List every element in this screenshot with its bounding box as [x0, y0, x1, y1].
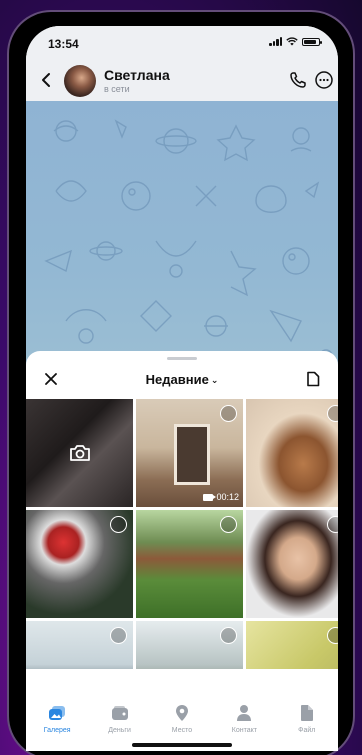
tab-money[interactable]: Деньги	[90, 703, 150, 734]
select-circle[interactable]	[327, 405, 338, 422]
tab-label: Место	[171, 727, 193, 734]
avatar[interactable]	[64, 65, 96, 97]
more-icon	[315, 71, 333, 89]
phone-icon	[290, 72, 306, 88]
select-circle[interactable]	[110, 516, 127, 533]
tab-location[interactable]: Место	[152, 703, 212, 734]
tab-gallery[interactable]: Галерея	[27, 703, 87, 734]
home-indicator[interactable]	[132, 743, 232, 747]
media-tile[interactable]	[246, 399, 338, 507]
wallet-icon	[110, 703, 130, 723]
contact-status: в сети	[104, 84, 130, 94]
gallery-icon	[47, 703, 67, 723]
select-circle[interactable]	[220, 627, 237, 644]
contact-icon	[234, 703, 254, 723]
back-button[interactable]	[36, 68, 56, 92]
video-badge: 00:12	[203, 492, 239, 502]
media-grid: 00:12	[26, 399, 338, 669]
chat-wallpaper	[26, 101, 338, 381]
signal-icon	[269, 37, 282, 46]
wifi-icon	[286, 37, 298, 46]
tab-contact[interactable]: Контакт	[214, 703, 274, 734]
video-camera-icon	[203, 493, 217, 501]
album-selector[interactable]: Недавние ⌄	[26, 372, 338, 387]
document-button[interactable]	[302, 368, 324, 390]
media-tile[interactable]	[136, 510, 243, 618]
media-tile[interactable]	[26, 510, 133, 618]
chat-header: Светлана в сети	[26, 62, 338, 100]
location-icon	[172, 703, 192, 723]
battery-icon	[302, 37, 322, 46]
top-bar: 13:54 Светлана в сети	[26, 26, 338, 101]
tab-label: Галерея	[43, 727, 71, 734]
select-circle[interactable]	[110, 627, 127, 644]
attachment-sheet: Недавние ⌄ 00:12 Галерея Деньги Место Ко…	[26, 351, 338, 751]
media-tile[interactable]	[26, 621, 133, 669]
media-tile[interactable]	[246, 621, 338, 669]
tab-label: Деньги	[108, 727, 131, 734]
media-tile[interactable]	[246, 510, 338, 618]
wallpaper-pattern	[40, 119, 333, 367]
album-title: Недавние	[145, 372, 209, 387]
media-tile[interactable]: 00:12	[136, 399, 243, 507]
video-duration: 00:12	[216, 492, 239, 502]
status-icons	[269, 37, 322, 46]
select-circle[interactable]	[220, 516, 237, 533]
status-time: 13:54	[48, 37, 79, 51]
more-button[interactable]	[314, 70, 334, 90]
camera-tile[interactable]	[26, 399, 133, 507]
phone-screen: 13:54 Светлана в сети Недавние ⌄ 00:12 Г…	[26, 26, 338, 751]
call-button[interactable]	[288, 70, 308, 90]
chevron-down-icon: ⌄	[210, 375, 219, 385]
contact-name[interactable]: Светлана	[104, 67, 170, 83]
tab-label: Контакт	[231, 727, 257, 734]
tab-file[interactable]: Файл	[277, 703, 337, 734]
select-circle[interactable]	[327, 627, 338, 644]
chevron-left-icon	[42, 73, 50, 87]
tab-label: Файл	[298, 727, 316, 734]
select-circle[interactable]	[327, 516, 338, 533]
sheet-header: Недавние ⌄	[26, 363, 338, 395]
file-icon	[297, 703, 317, 723]
document-icon	[307, 371, 320, 387]
sheet-grabber[interactable]	[167, 357, 197, 360]
camera-icon	[69, 445, 90, 461]
select-circle[interactable]	[220, 405, 237, 422]
media-tile[interactable]	[136, 621, 243, 669]
